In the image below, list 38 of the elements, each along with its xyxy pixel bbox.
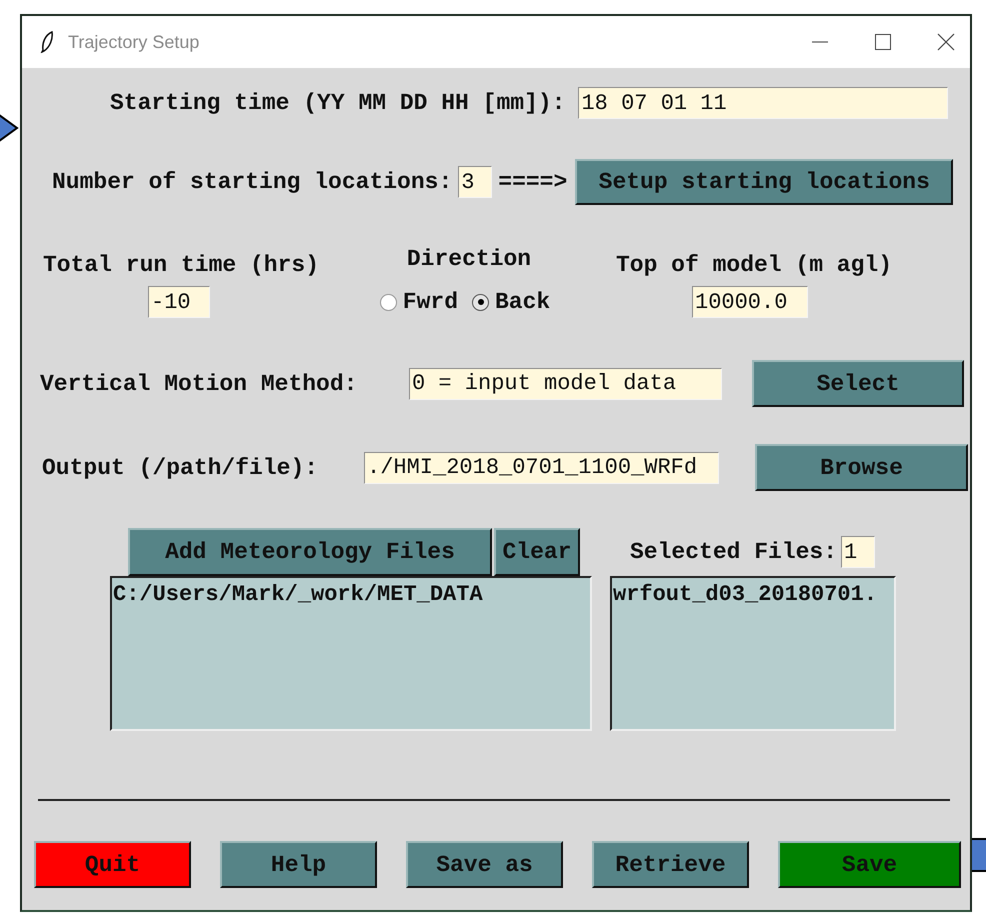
count-field[interactable]: 1: [841, 536, 876, 568]
input-field[interactable]: ./HMI_2018_0701_1100_WRFd: [364, 452, 719, 484]
add-files-button[interactable]: Add Meteorology Files: [128, 528, 492, 576]
save-button[interactable]: Save: [778, 841, 961, 888]
action-button[interactable]: Retrieve: [592, 841, 749, 888]
input-field[interactable]: -10: [148, 286, 210, 318]
close-icon[interactable]: [937, 33, 955, 51]
group-label: Direction: [406, 246, 532, 274]
input-field[interactable]: 10000.0: [692, 286, 808, 318]
setup-button[interactable]: Setup starting locations: [575, 159, 954, 205]
window-title: Trajectory Setup: [68, 32, 200, 52]
list-item[interactable]: wrfout_d03_20180701.: [613, 582, 893, 607]
input-field[interactable]: 0 = input model data: [409, 368, 722, 400]
feather-icon: [40, 31, 54, 53]
radio-button[interactable]: [380, 294, 397, 310]
file-list[interactable]: wrfout_d03_20180701.: [610, 576, 896, 731]
maximize-icon[interactable]: [874, 33, 892, 51]
radio-label: Fwrd: [402, 289, 458, 315]
radio-label: Back: [495, 289, 550, 315]
field-label: Output (/path/file):: [42, 454, 320, 480]
browse-button[interactable]: Browse: [755, 444, 968, 491]
action-button[interactable]: Help: [220, 841, 377, 888]
field-label: Total run time (hrs): [42, 252, 320, 280]
input-field[interactable]: 18 07 01 11: [578, 87, 948, 119]
field-label: Vertical Motion Method:: [40, 370, 358, 396]
directory-list[interactable]: C:/Users/Mark/_work/MET_DATA: [110, 576, 592, 731]
arrow-text: ====>: [498, 169, 568, 195]
clear-button[interactable]: Clear: [494, 528, 580, 576]
quit-button[interactable]: Quit: [34, 841, 191, 888]
input-field[interactable]: 3: [458, 166, 492, 198]
field-label: Starting time (YY MM DD HH [mm]):: [110, 90, 566, 116]
list-item[interactable]: C:/Users/Mark/_work/MET_DATA: [113, 582, 589, 607]
field-label: Top of model (m agl): [616, 252, 892, 280]
radio-button[interactable]: [472, 294, 489, 310]
field-label: Number of starting locations:: [52, 169, 452, 195]
field-label: Selected Files:: [630, 539, 838, 565]
action-button[interactable]: Save as: [406, 841, 563, 888]
select-button[interactable]: Select: [752, 360, 964, 407]
